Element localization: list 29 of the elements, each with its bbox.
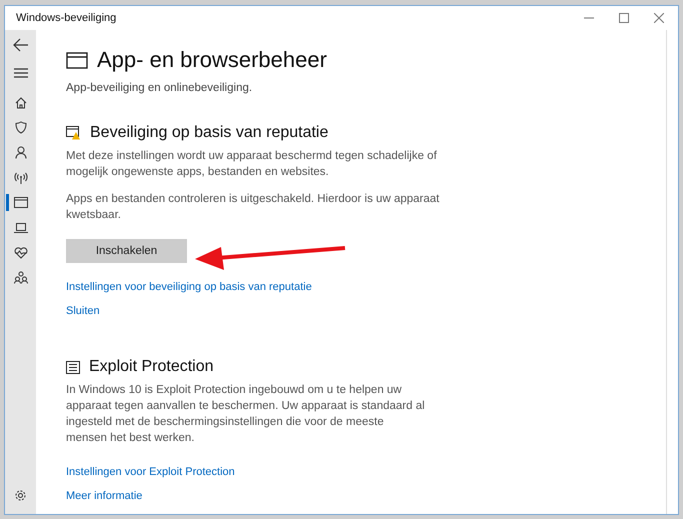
browser-warning-icon xyxy=(66,126,81,140)
home-icon[interactable] xyxy=(14,96,26,108)
settings-panel-icon xyxy=(66,360,80,374)
link[interactable]: Instellingen voor Exploit Protection xyxy=(66,466,426,479)
page-subtitle: App-beveiliging en onlinebeveiliging. xyxy=(66,82,254,94)
laptop-icon[interactable] xyxy=(14,222,28,232)
link[interactable]: Sluiten xyxy=(66,305,451,318)
maximize-icon[interactable] xyxy=(619,13,629,23)
browser-window-icon xyxy=(66,52,88,68)
page-title: App- en browserbeheer xyxy=(97,47,327,73)
turn-on-button[interactable]: Inschakelen xyxy=(66,239,187,263)
section-description: Apps en bestanden controleren is uitgeschakeld. Hierdoor is uw apparaat kwetsbaar. xyxy=(66,192,440,223)
section-description: Met deze instellingen wordt uw apparaat beschermd tegen schadelijke of mogelijk ongewenste apps, bestanden en websites. xyxy=(66,149,438,180)
back-icon[interactable] xyxy=(12,38,28,52)
section-title: Exploit Protection xyxy=(89,358,214,376)
close-icon[interactable] xyxy=(654,13,664,23)
family-icon[interactable] xyxy=(14,271,28,284)
link[interactable]: Instellingen voor beveiliging op basis van reputatie xyxy=(66,281,451,294)
shield-icon[interactable] xyxy=(14,121,26,134)
section-description: In Windows 10 is Exploit Protection ingebouwd om u te helpen uw apparaat tegen aanvallen te beschermen. Uw apparaat is standaard al ingesteld met de beschermingsinstellingen die voor de meeste mensen het best werken. xyxy=(66,383,426,446)
wireless-icon[interactable] xyxy=(14,172,28,184)
person-icon[interactable] xyxy=(14,146,26,159)
settings-icon[interactable] xyxy=(14,489,27,502)
link[interactable]: Meer informatie xyxy=(66,490,426,503)
section-title: Beveiliging op basis van reputatie xyxy=(90,124,328,142)
heart-pulse-icon[interactable] xyxy=(14,246,28,258)
menu-icon[interactable] xyxy=(14,68,28,78)
browser-window-icon[interactable] xyxy=(14,197,28,208)
window-title: Windows-beveiliging xyxy=(16,12,116,24)
